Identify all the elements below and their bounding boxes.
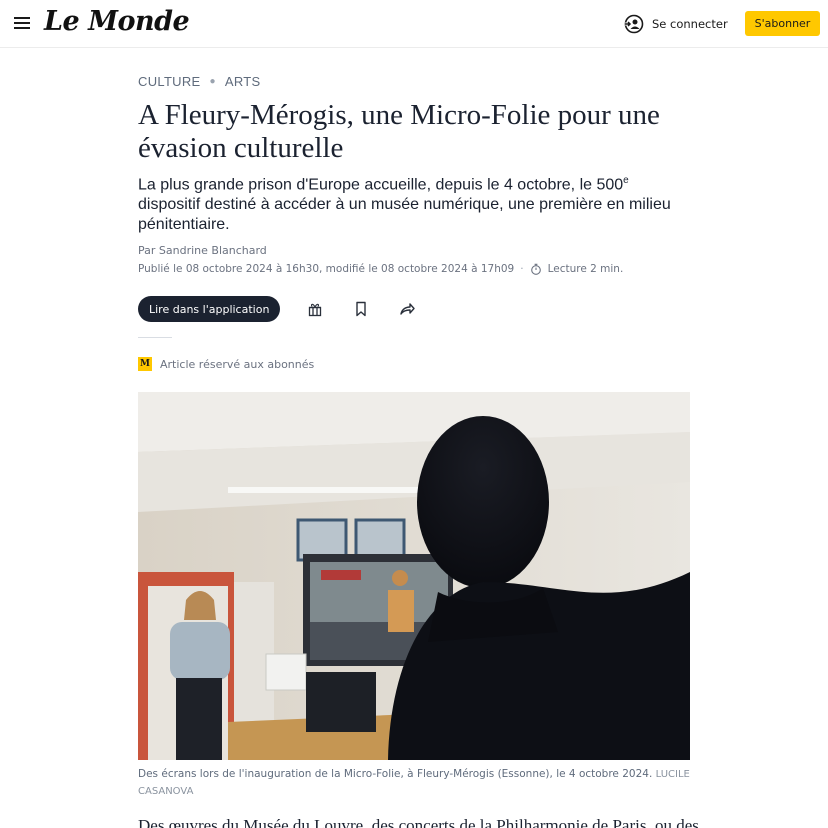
- gift-icon[interactable]: [306, 300, 324, 318]
- site-logo[interactable]: Le Monde: [44, 6, 190, 37]
- stopwatch-icon: [530, 263, 541, 275]
- byline-prefix: Par: [138, 244, 159, 257]
- subscribe-button[interactable]: S'abonner: [745, 11, 820, 36]
- article-body-first-line: Des œuvres du Musée du Louvre, des conce…: [138, 816, 698, 828]
- lede-text-2: dispositif destiné à accéder à un musée …: [138, 196, 671, 234]
- lede-superscript: e: [623, 175, 629, 186]
- photo-illustration: [138, 392, 690, 760]
- bookmark-icon[interactable]: [352, 300, 370, 318]
- breadcrumb-culture[interactable]: CULTURE: [138, 74, 201, 89]
- publication-dates: Publié le 08 octobre 2024 à 16h30, modif…: [138, 263, 623, 275]
- dates-text: Publié le 08 octobre 2024 à 16h30, modif…: [138, 263, 515, 275]
- breadcrumb: CULTURE ● ARTS: [138, 74, 261, 89]
- breadcrumb-separator: ●: [209, 76, 216, 87]
- article-lede: La plus grande prison d'Europe accueille…: [138, 171, 678, 235]
- author-link[interactable]: Sandrine Blanchard: [159, 244, 267, 257]
- dates-separator: ·: [520, 263, 524, 275]
- lede-text-1: La plus grande prison d'Europe accueille…: [138, 176, 624, 194]
- byline: Par Sandrine Blanchard: [138, 244, 267, 257]
- read-in-app-button[interactable]: Lire dans l'application: [138, 296, 281, 322]
- subscriber-only-notice: M Article réservé aux abonnés: [138, 357, 314, 371]
- top-bar: Le Monde Se connecter S'abonner: [0, 0, 828, 48]
- share-icon[interactable]: [398, 300, 416, 318]
- article-photo[interactable]: [138, 392, 690, 760]
- login-button[interactable]: Se connecter: [624, 14, 728, 34]
- subscriber-only-label: Article réservé aux abonnés: [160, 357, 315, 371]
- login-label: Se connecter: [652, 17, 728, 31]
- divider: [138, 337, 172, 338]
- user-icon: [624, 14, 644, 34]
- caption-text: Des écrans lors de l'inauguration de la …: [138, 768, 653, 780]
- subscriber-badge-icon: M: [138, 357, 152, 371]
- article-actions: Lire dans l'application: [138, 296, 416, 322]
- photo-caption: Des écrans lors de l'inauguration de la …: [138, 766, 690, 800]
- hamburger-icon[interactable]: [12, 14, 32, 32]
- breadcrumb-arts[interactable]: ARTS: [225, 74, 261, 89]
- reading-time: Lecture 2 min.: [547, 263, 624, 275]
- article-title: A Fleury-Mérogis, une Micro-Folie pour u…: [138, 99, 660, 164]
